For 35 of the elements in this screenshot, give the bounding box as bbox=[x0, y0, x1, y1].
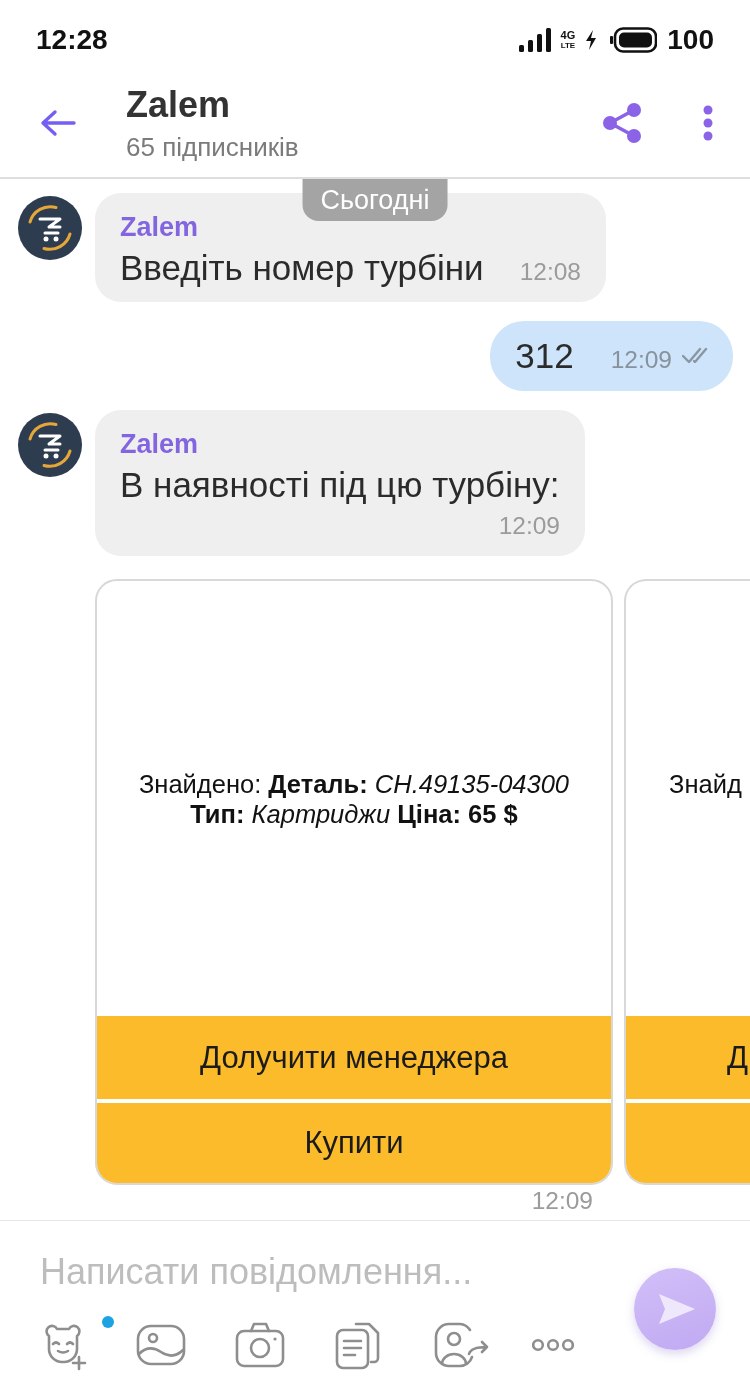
more-options-icon[interactable] bbox=[703, 105, 713, 141]
charging-bolt-icon bbox=[585, 30, 598, 50]
card-action-button[interactable]: Долучити менеджера bbox=[97, 1016, 611, 1099]
send-button[interactable] bbox=[634, 1268, 716, 1350]
send-icon bbox=[657, 1292, 697, 1326]
cart-logo-icon bbox=[18, 413, 82, 477]
share-icon[interactable] bbox=[602, 102, 642, 144]
channel-title: Zalem bbox=[126, 84, 232, 125]
message-time: 12:08 bbox=[519, 257, 581, 287]
card-text: Знайдено: Деталь: CH.49135-04300 Тип: Картриджи Ціна: 65 $ bbox=[138, 768, 570, 829]
sender-name: Zalem bbox=[120, 429, 200, 459]
battery-icon bbox=[610, 27, 658, 53]
clock-time: 12:28 bbox=[36, 24, 108, 56]
message-time: 12:09 bbox=[610, 345, 672, 375]
battery-percent: 100 bbox=[667, 24, 714, 56]
card-action-button[interactable]: Купити bbox=[97, 1103, 611, 1183]
person-arrow-icon[interactable] bbox=[433, 1320, 491, 1370]
message-text: Введіть номер турбіни bbox=[120, 249, 484, 287]
signal-icon bbox=[518, 28, 551, 52]
more-icon[interactable] bbox=[532, 1338, 574, 1352]
network-type-label: 4G bbox=[560, 30, 576, 41]
network-type-label: LTE bbox=[560, 41, 576, 50]
sender-name: Zalem bbox=[120, 212, 200, 242]
message-text: 312 bbox=[515, 337, 574, 375]
subscriber-count: 65 підписників bbox=[126, 131, 300, 162]
message-input[interactable]: Написати повідомлення... bbox=[40, 1244, 600, 1300]
cart-logo-icon bbox=[18, 196, 82, 260]
date-chip: Сьогодні bbox=[302, 179, 448, 221]
back-icon[interactable] bbox=[40, 109, 76, 137]
card-action-button[interactable]: Д bbox=[626, 1016, 750, 1099]
message-text: В наявності під цю турбіну: bbox=[120, 466, 560, 504]
card-text: Знайд bbox=[669, 768, 742, 799]
camera-icon[interactable] bbox=[235, 1321, 285, 1369]
message-time: 12:09 bbox=[498, 511, 560, 541]
message-time: 12:09 bbox=[531, 1186, 593, 1216]
